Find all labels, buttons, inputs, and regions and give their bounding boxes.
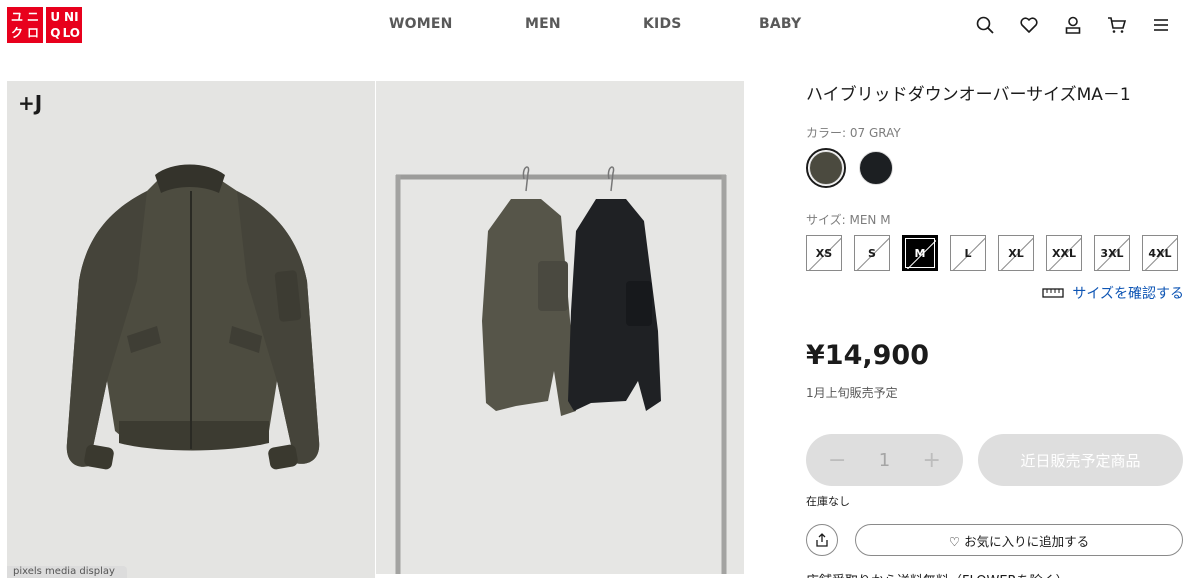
plus-j-badge: +J [18,91,43,115]
size-s-label: S [868,246,876,260]
site-header: ユ ニ ク ロ U NI Q LO WOMEN MEN KIDS BABY [0,0,1191,52]
nav-men[interactable]: MEN [525,16,561,32]
add-to-favorites-button[interactable]: ♡ お気に入りに追加する [855,524,1183,556]
size-3xl-label: 3XL [1100,246,1124,260]
search-icon[interactable] [975,14,995,36]
size-3xl[interactable]: 3XL [1094,235,1130,271]
product-image-rack[interactable] [376,81,744,574]
image-caption: pixels media display [7,566,127,578]
size-xl-label: XL [1008,246,1024,260]
size-xs-label: XS [815,246,833,260]
swatch-black[interactable] [856,148,896,188]
color-label: カラー: 07 GRAY [806,126,901,140]
nav-kids[interactable]: KIDS [643,16,682,32]
shipping-note: 店舗受取りから送料無料（FLOWERを除く） [806,570,1069,578]
swatch-black-fill [859,151,893,185]
header-icons [975,14,1171,36]
product-image-main[interactable]: +J pixels media display [7,81,375,578]
size-4xl[interactable]: 4XL [1142,235,1178,271]
size-guide-label: サイズを確認する [1072,286,1184,302]
product-title: ハイブリッドダウンオーバーサイズMA－1 [806,85,1131,105]
heart-icon[interactable] [1019,14,1039,36]
quantity-plus-button[interactable]: + [923,448,941,473]
size-xs[interactable]: XS [806,235,842,271]
ruler-icon [1042,288,1065,298]
size-xxl[interactable]: XXL [1046,235,1082,271]
jacket-illustration [66,164,320,470]
share-icon [816,533,828,547]
size-options: XS S M L XL XXL 3XL 4XL [806,235,1178,271]
size-4xl-label: 4XL [1148,246,1172,260]
stock-status: 在庫なし [806,495,850,508]
swatch-gray[interactable] [806,148,846,188]
size-m[interactable]: M [902,235,938,271]
product-price: ¥14,900 [806,340,929,371]
rack-illustration [395,166,727,574]
cart-icon[interactable] [1107,14,1127,36]
quantity-value: 1 [878,449,891,471]
product-panel: ハイブリッドダウンオーバーサイズMA－1 カラー: 07 GRAY サイズ: M… [806,80,1184,578]
size-label: サイズ: MEN M [806,213,891,227]
size-m-label: M [914,246,926,260]
swatch-gray-fill [809,151,843,185]
nav-women[interactable]: WOMEN [389,16,453,32]
quantity-stepper: − 1 + [806,434,963,486]
release-note: 1月上旬販売予定 [806,386,898,400]
menu-icon[interactable] [1151,14,1171,36]
share-button[interactable] [806,524,838,556]
favorites-label: ♡ お気に入りに追加する [948,533,1090,549]
size-l-label: L [964,246,972,260]
color-swatches [806,148,896,188]
size-xxl-label: XXL [1052,246,1076,260]
size-l[interactable]: L [950,235,986,271]
quantity-minus-button[interactable]: − [828,448,846,473]
size-guide-link[interactable]: サイズを確認する [1042,283,1184,303]
size-xl[interactable]: XL [998,235,1034,271]
size-s[interactable]: S [854,235,890,271]
nav-baby[interactable]: BABY [759,16,801,32]
coming-soon-button[interactable]: 近日販売予定商品 [978,434,1183,486]
account-icon[interactable] [1063,14,1083,36]
